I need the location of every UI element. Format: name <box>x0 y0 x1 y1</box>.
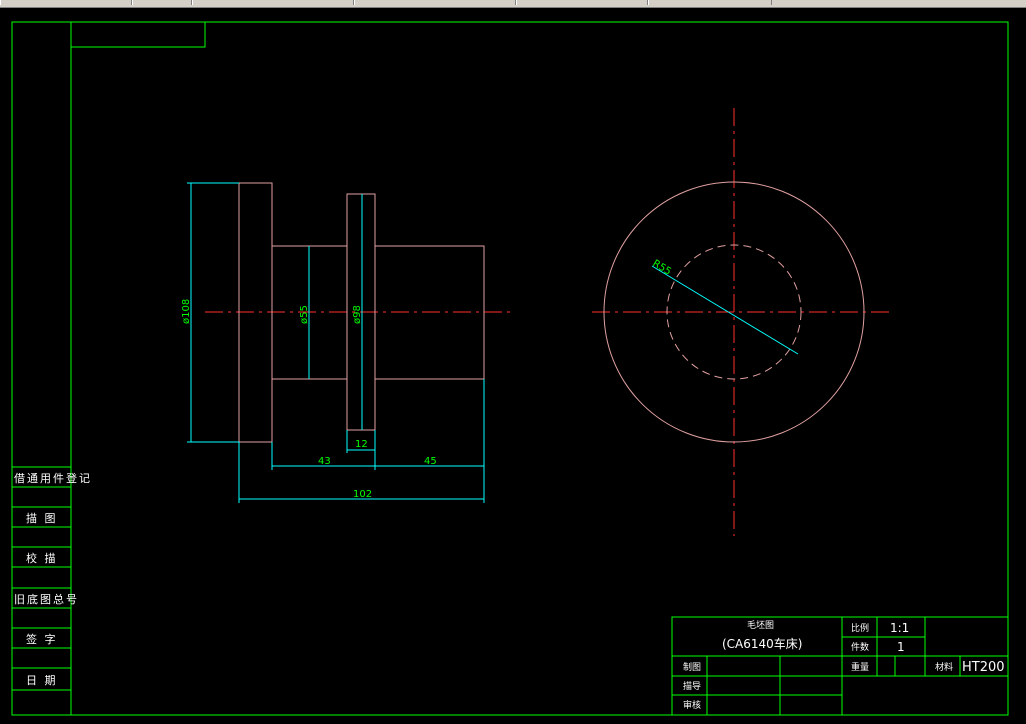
drawing-frame <box>70 21 1009 716</box>
review-label: 审核 <box>683 699 701 711</box>
side-label-old-number: 旧底图总号 <box>14 592 79 606</box>
title-subtitle: (CA6140车床) <box>722 636 803 651</box>
side-label-date: 日 期 <box>26 674 58 687</box>
design-label: 描导 <box>683 680 701 692</box>
front-view: ø108 ø55 ø98 12 43 45 102 <box>181 182 515 503</box>
side-label-trace: 描 图 <box>26 511 58 525</box>
inverted-title-box <box>70 21 206 48</box>
dim-text-w43: 43 <box>318 456 331 467</box>
dim-text-w102: 102 <box>353 489 372 500</box>
qty-value: 1 <box>897 640 905 654</box>
dim-text-w12: 12 <box>355 439 368 450</box>
dim-text-w45: 45 <box>424 456 437 467</box>
dim-text-d108: ø108 <box>181 299 192 324</box>
material-label: 材料 <box>935 661 953 673</box>
qty-label: 件数 <box>851 641 869 653</box>
scale-value: 1:1 <box>890 621 909 635</box>
material-value: HT200 <box>962 660 1005 675</box>
dim-text-radius: R55 <box>650 258 673 278</box>
cad-drawing-canvas[interactable]: 借通用件登记 描 图 校 描 旧底图总号 签 字 日 期 ø108 ø55 ø9… <box>0 0 1026 724</box>
side-view: R55 <box>592 108 890 536</box>
draw-label: 制图 <box>683 661 701 673</box>
side-registration-column: 借通用件登记 描 图 校 描 旧底图总号 签 字 日 期 <box>12 466 92 691</box>
scale-label: 比例 <box>851 622 869 634</box>
sheet-border <box>11 21 1009 716</box>
weight-label: 重量 <box>851 661 869 673</box>
dim-text-d98: ø98 <box>352 305 363 324</box>
side-label-sign: 签 字 <box>26 632 58 646</box>
title-name: 毛坯图 <box>747 619 774 631</box>
title-block: 毛坯图 (CA6140车床) 比例 1:1 件数 1 重量 材料 HT200 制… <box>671 616 1009 716</box>
dim-text-d55: ø55 <box>299 305 310 324</box>
dim-line-radius <box>651 265 799 355</box>
side-label-check: 校 描 <box>26 551 58 565</box>
side-label-registration: 借通用件登记 <box>14 471 92 485</box>
